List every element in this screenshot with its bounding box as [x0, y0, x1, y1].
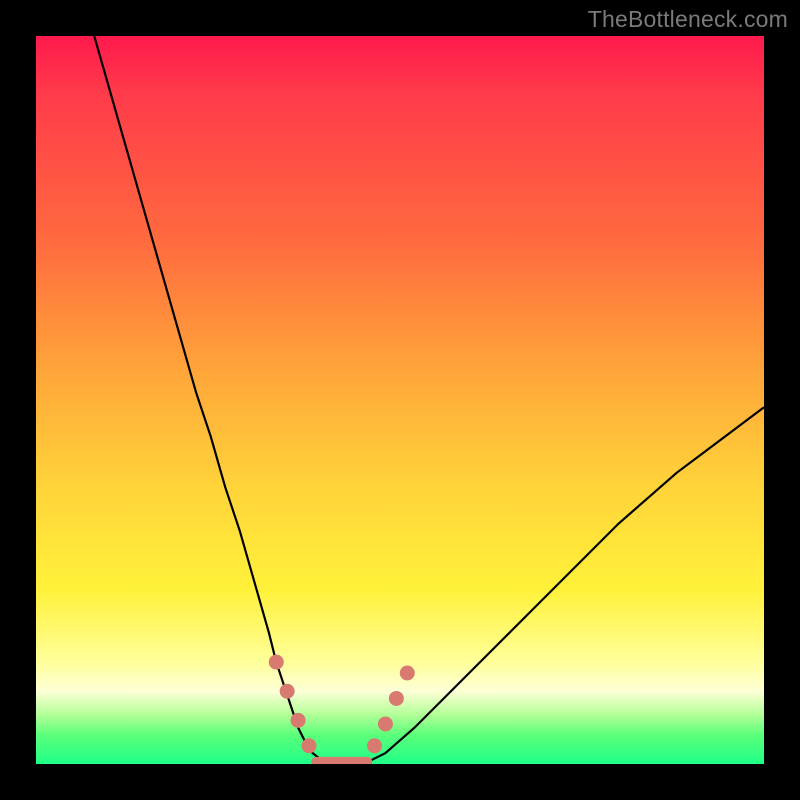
curve-marker: [389, 691, 404, 706]
curve-marker: [400, 666, 415, 681]
curve-marker: [280, 684, 295, 699]
curve-marker: [378, 716, 393, 731]
curve-marker: [367, 738, 382, 753]
plot-area: [36, 36, 764, 764]
curve-marker: [291, 713, 306, 728]
curve-marker: [302, 738, 317, 753]
curve-marker: [269, 655, 284, 670]
outer-frame: TheBottleneck.com: [0, 0, 800, 800]
chart-svg: [36, 36, 764, 764]
watermark-text: TheBottleneck.com: [588, 6, 788, 33]
bottleneck-curve: [94, 36, 764, 763]
curve-layer: [94, 36, 764, 763]
